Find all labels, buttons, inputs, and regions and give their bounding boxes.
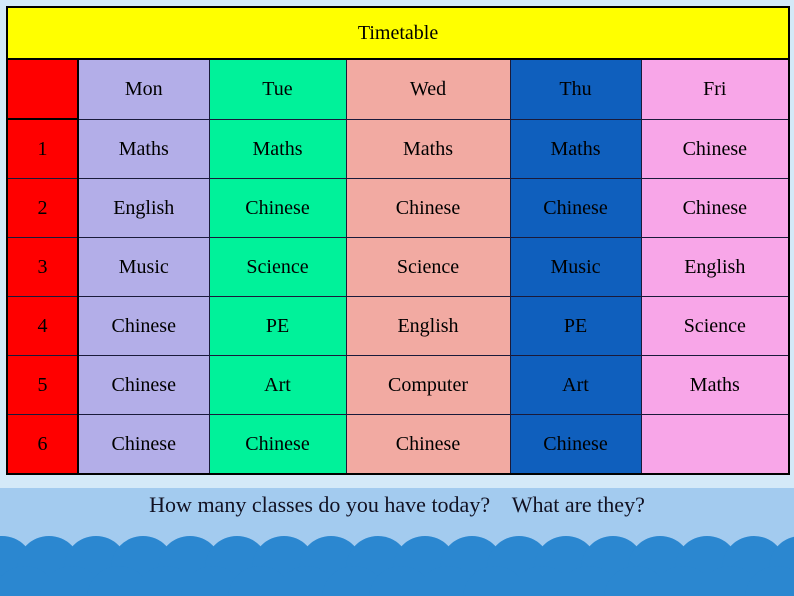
table-row: 5 Chinese Art Computer Art Maths [6, 355, 790, 415]
cell-wed-5: Computer [345, 355, 511, 415]
cell-tue-1: Maths [208, 118, 347, 179]
table-row: 2 English Chinese Chinese Chinese Chines… [6, 178, 790, 238]
footer-question-text: How many classes do you have today? What… [149, 492, 645, 517]
cell-tue-2: Chinese [208, 178, 347, 238]
table-row: 1 Maths Maths Maths Maths Chinese [6, 118, 790, 179]
cell-mon-4: Chinese [77, 296, 210, 356]
table-row: 4 Chinese PE English PE Science [6, 296, 790, 356]
cell-thu-3: Music [509, 237, 642, 297]
timetable: Timetable Mon Tue Wed Thu Fri 1 Maths Ma… [5, 6, 791, 475]
day-header-tue: Tue [208, 58, 347, 120]
cell-mon-1: Maths [77, 118, 210, 179]
header-corner-cell [6, 58, 79, 120]
day-header-wed: Wed [345, 58, 511, 120]
table-row: 3 Music Science Science Music English [6, 237, 790, 297]
cell-tue-3: Science [208, 237, 347, 297]
timetable-title-row: Timetable [5, 6, 791, 60]
day-header-thu: Thu [509, 58, 642, 120]
table-row: 6 Chinese Chinese Chinese Chinese [6, 414, 790, 475]
period-label: 2 [6, 178, 79, 238]
day-header-mon: Mon [77, 58, 210, 120]
cell-fri-1: Chinese [640, 118, 790, 179]
timetable-title: Timetable [5, 6, 791, 60]
cell-mon-5: Chinese [77, 355, 210, 415]
period-label: 1 [6, 118, 79, 179]
cell-wed-4: English [345, 296, 511, 356]
cell-tue-4: PE [208, 296, 347, 356]
cell-wed-6: Chinese [345, 414, 511, 475]
day-header-fri: Fri [640, 58, 790, 120]
cell-tue-5: Art [208, 355, 347, 415]
scallop-decoration [0, 530, 794, 596]
cell-fri-5: Maths [640, 355, 790, 415]
cell-thu-6: Chinese [509, 414, 642, 475]
cell-fri-2: Chinese [640, 178, 790, 238]
cell-thu-4: PE [509, 296, 642, 356]
timetable-header-row: Mon Tue Wed Thu Fri [6, 58, 790, 120]
cell-wed-3: Science [345, 237, 511, 297]
cell-fri-3: English [640, 237, 790, 297]
cell-mon-6: Chinese [77, 414, 210, 475]
cell-wed-1: Maths [345, 118, 511, 179]
period-label: 5 [6, 355, 79, 415]
cell-tue-6: Chinese [208, 414, 347, 475]
cell-fri-6 [640, 414, 790, 475]
cell-mon-2: English [77, 178, 210, 238]
period-label: 4 [6, 296, 79, 356]
cell-thu-5: Art [509, 355, 642, 415]
slide-canvas: Timetable Mon Tue Wed Thu Fri 1 Maths Ma… [0, 0, 794, 596]
cell-thu-1: Maths [509, 118, 642, 179]
cell-fri-4: Science [640, 296, 790, 356]
period-label: 6 [6, 414, 79, 475]
period-label: 3 [6, 237, 79, 297]
cell-thu-2: Chinese [509, 178, 642, 238]
cell-mon-3: Music [77, 237, 210, 297]
cell-wed-2: Chinese [345, 178, 511, 238]
